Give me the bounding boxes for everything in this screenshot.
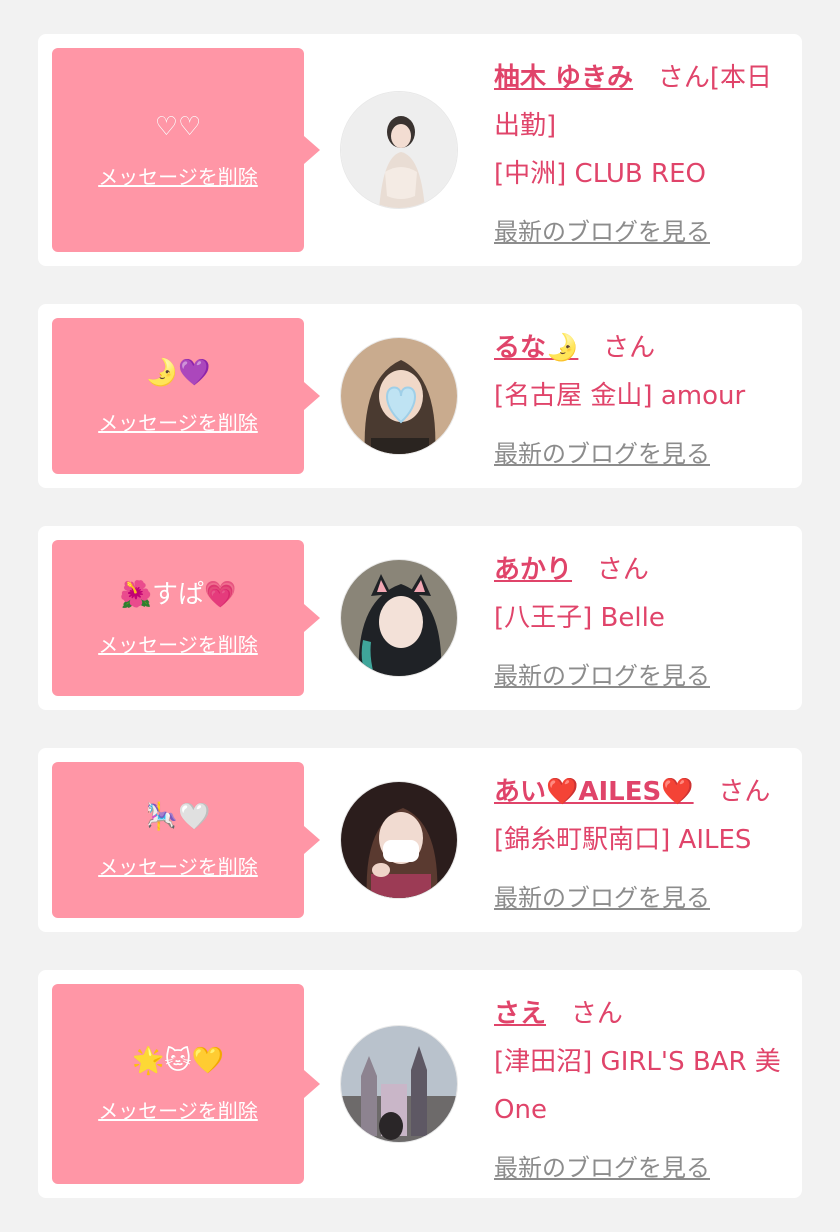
message-text: 🌺すぱ💗 xyxy=(119,579,237,610)
favorite-card: 🎠🤍 メッセージを削除 あい❤️AILES❤️ さん [錦糸町駅南口] AILE… xyxy=(38,748,802,932)
avatar-photo xyxy=(341,338,457,454)
latest-blog-link[interactable]: 最新のブログを見る xyxy=(494,1144,710,1192)
message-text: 🌛💜 xyxy=(145,357,211,388)
avatar[interactable] xyxy=(340,1025,458,1143)
favorite-card: 🌺すぱ💗 メッセージを削除 あかり さん [八王子] Belle 最新のブログを… xyxy=(38,526,802,710)
favorite-card: 🌟🐱💛 メッセージを削除 さえ さん [津田沼] GIRL'S BAR 美One… xyxy=(38,970,802,1198)
avatar[interactable] xyxy=(340,337,458,455)
favorite-card: 🌛💜 メッセージを削除 るな🌛 さん [名古屋 金山] amour 最新のブログ… xyxy=(38,304,802,488)
avatar-photo xyxy=(341,92,457,208)
cast-name-link[interactable]: 柚木 ゆきみ xyxy=(494,63,633,93)
delete-message-link[interactable]: メッセージを削除 xyxy=(98,851,258,880)
shop-info: さえ さん [津田沼] GIRL'S BAR 美One 最新のブログを見る xyxy=(494,990,784,1192)
favorite-card: ♡♡ メッセージを削除 柚木 ゆきみ さん[本日出勤] [中洲] CLUB RE… xyxy=(38,34,802,266)
message-text: 🌟🐱💛 xyxy=(132,1045,224,1076)
avatar-photo xyxy=(341,1026,457,1142)
shop-info: 柚木 ゆきみ さん[本日出勤] [中洲] CLUB REO 最新のブログを見る xyxy=(494,54,784,256)
honorific: さん xyxy=(603,333,656,363)
shop-name: [津田沼] GIRL'S BAR 美One xyxy=(494,1047,781,1125)
latest-blog-link[interactable]: 最新のブログを見る xyxy=(494,652,710,700)
avatar-photo xyxy=(341,782,457,898)
message-bubble: 🌺すぱ💗 メッセージを削除 xyxy=(52,540,320,696)
message-bubble: ♡♡ メッセージを削除 xyxy=(52,48,320,252)
message-text: 🎠🤍 xyxy=(145,801,211,832)
honorific: さん xyxy=(657,63,710,93)
cast-name-link[interactable]: さえ xyxy=(494,999,546,1029)
message-text: ♡♡ xyxy=(154,111,202,142)
favorites-list: ♡♡ メッセージを削除 柚木 ゆきみ さん[本日出勤] [中洲] CLUB RE… xyxy=(0,0,840,1232)
latest-blog-link[interactable]: 最新のブログを見る xyxy=(494,430,710,478)
shop-info: あい❤️AILES❤️ さん [錦糸町駅南口] AILES 最新のブログを見る xyxy=(494,768,784,922)
avatar[interactable] xyxy=(340,559,458,677)
delete-message-link[interactable]: メッセージを削除 xyxy=(98,407,258,436)
latest-blog-link[interactable]: 最新のブログを見る xyxy=(494,208,710,256)
cast-name-link[interactable]: るな🌛 xyxy=(494,333,578,363)
shop-name: [名古屋 金山] amour xyxy=(494,381,746,411)
delete-message-link[interactable]: メッセージを削除 xyxy=(98,161,258,190)
honorific: さん xyxy=(718,777,771,807)
cast-name-link[interactable]: あかり xyxy=(494,555,572,585)
shop-name: [八王子] Belle xyxy=(494,603,665,633)
shop-info: るな🌛 さん [名古屋 金山] amour 最新のブログを見る xyxy=(494,324,784,478)
shop-name: [中洲] CLUB REO xyxy=(494,159,706,189)
avatar-photo xyxy=(341,560,457,676)
honorific: さん xyxy=(570,999,623,1029)
message-bubble: 🌛💜 メッセージを削除 xyxy=(52,318,320,474)
cast-name-link[interactable]: あい❤️AILES❤️ xyxy=(494,777,694,807)
delete-message-link[interactable]: メッセージを削除 xyxy=(98,629,258,658)
avatar[interactable] xyxy=(340,91,458,209)
latest-blog-link[interactable]: 最新のブログを見る xyxy=(494,874,710,922)
avatar[interactable] xyxy=(340,781,458,899)
message-bubble: 🌟🐱💛 メッセージを削除 xyxy=(52,984,320,1184)
delete-message-link[interactable]: メッセージを削除 xyxy=(98,1095,258,1124)
shop-name: [錦糸町駅南口] AILES xyxy=(494,825,752,855)
shop-info: あかり さん [八王子] Belle 最新のブログを見る xyxy=(494,546,784,700)
honorific: さん xyxy=(596,555,649,585)
message-bubble: 🎠🤍 メッセージを削除 xyxy=(52,762,320,918)
